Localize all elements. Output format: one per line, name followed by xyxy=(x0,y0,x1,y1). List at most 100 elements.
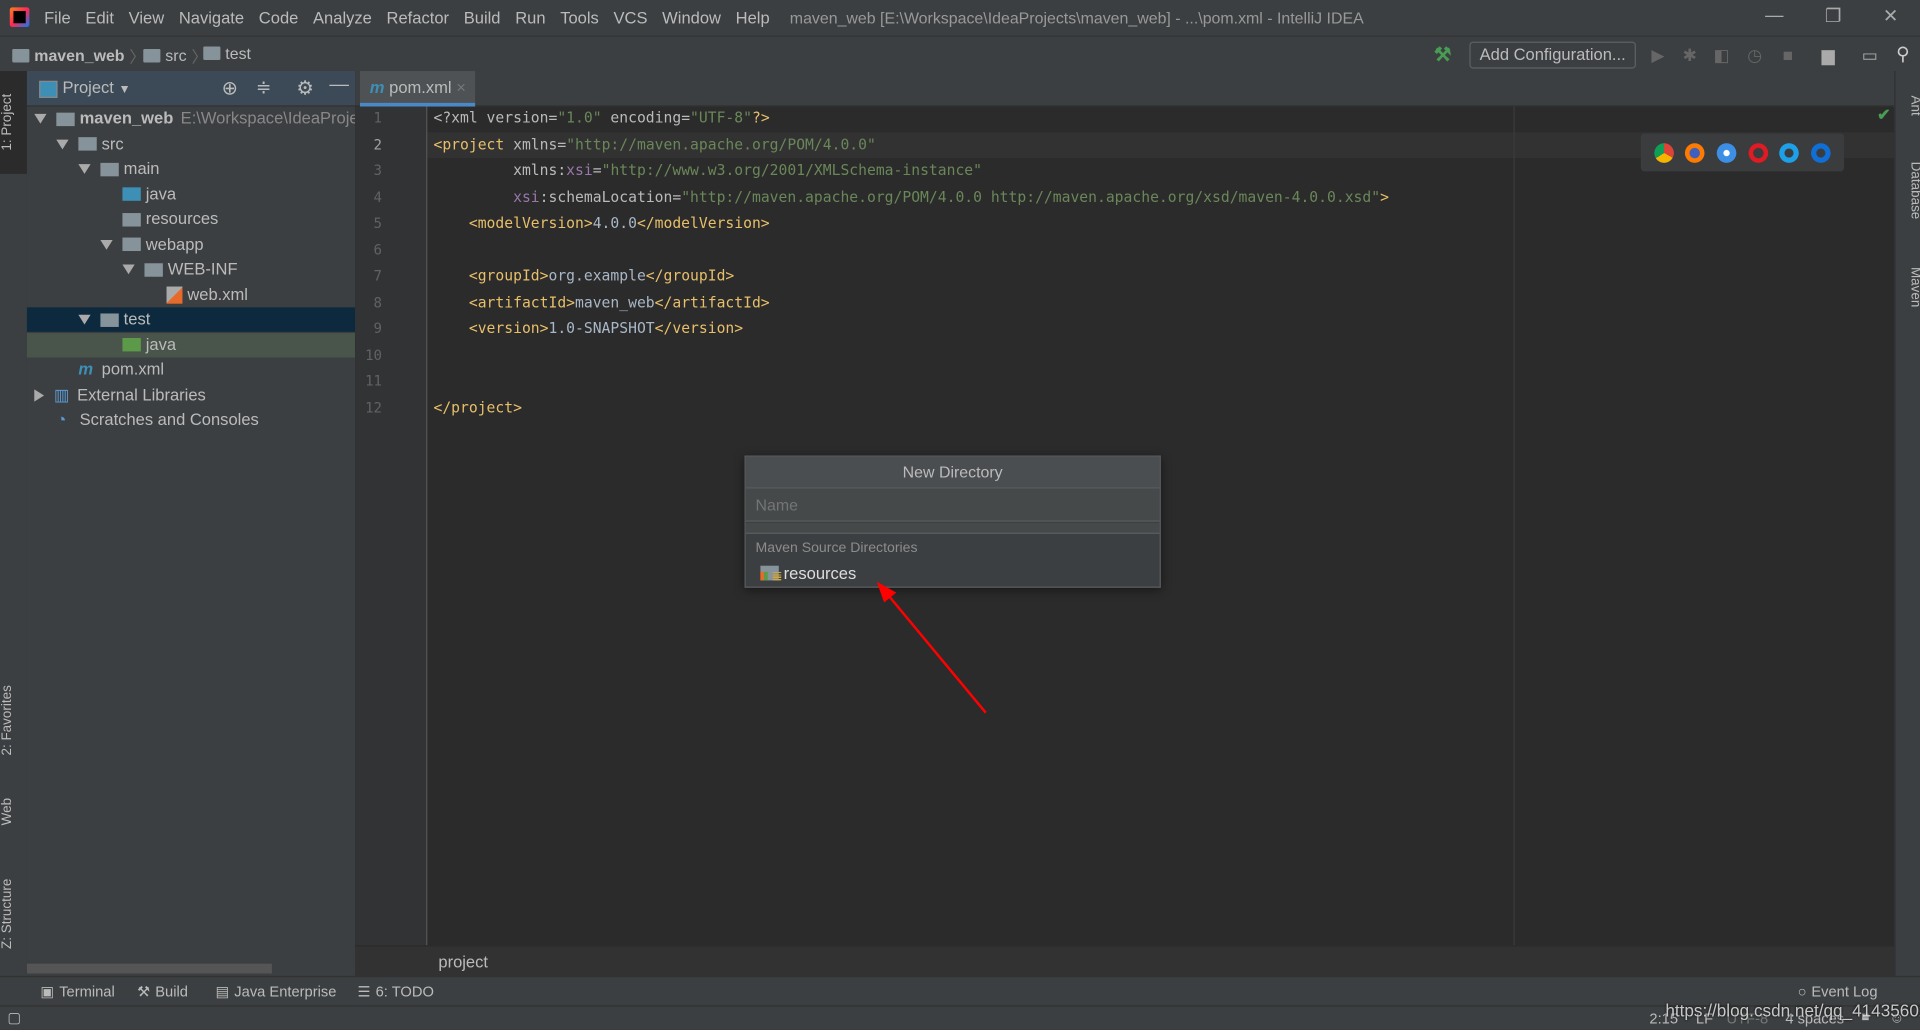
popup-title: New Directory xyxy=(745,456,1160,489)
menu-tools[interactable]: Tools xyxy=(560,9,599,27)
add-configuration-button[interactable]: Add Configuration... xyxy=(1469,41,1636,69)
todo-button[interactable]: ☰ 6: TODO xyxy=(358,983,434,1000)
tool-tab-favorites[interactable]: 2: Favorites xyxy=(0,671,27,769)
expanded-arrow-icon[interactable] xyxy=(78,164,91,175)
code-token: </project> xyxy=(433,398,522,416)
menu-run[interactable]: Run xyxy=(515,9,545,27)
safari-icon[interactable] xyxy=(1716,142,1737,163)
restore-button[interactable]: ❐ xyxy=(1818,5,1847,29)
coverage-icon[interactable]: ◧ xyxy=(1711,44,1733,66)
tree-item[interactable]: WEB-INF xyxy=(27,257,355,281)
tree-item[interactable]: m pom.xml xyxy=(27,358,355,382)
breadcrumb-test[interactable]: test xyxy=(203,44,251,62)
opera-icon[interactable] xyxy=(1748,142,1768,163)
tool-tab-web[interactable]: Web xyxy=(0,787,27,836)
tree-item-label: java xyxy=(145,334,177,354)
terminal-button[interactable]: ▣ Terminal xyxy=(40,983,114,1000)
code-token: "http://maven.apache.org/POM/4.0.0 http:… xyxy=(681,187,1381,206)
menu-build[interactable]: Build xyxy=(464,9,501,27)
minimize-button[interactable]: — xyxy=(1760,5,1789,29)
edge-icon[interactable] xyxy=(1811,142,1831,163)
terminal-window-icon[interactable]: ▭ xyxy=(1859,44,1881,66)
expanded-arrow-icon[interactable] xyxy=(34,114,47,125)
suggestion-resources[interactable]: resources xyxy=(760,562,856,584)
close-button[interactable]: ✕ xyxy=(1876,5,1905,29)
tree-item[interactable]: maven_web E:\Workspace\IdeaProjec xyxy=(27,107,367,131)
tab-pom-xml[interactable]: m pom.xml × xyxy=(360,71,476,107)
gear-icon[interactable]: ⚙ xyxy=(296,76,314,100)
tool-tab-structure[interactable]: Z: Structure xyxy=(0,864,27,962)
event-log-button[interactable]: ○ Event Log xyxy=(1798,983,1878,1000)
tree-item[interactable]: webapp xyxy=(27,232,355,256)
profile-icon[interactable]: ◷ xyxy=(1744,44,1766,66)
web-folder-icon xyxy=(122,238,141,252)
stop-icon[interactable]: ■ xyxy=(1777,44,1799,66)
project-view-icon xyxy=(39,80,58,98)
tool-tab-database[interactable]: Database xyxy=(1896,152,1920,230)
intellij-logo xyxy=(9,7,30,27)
tree-item[interactable]: src xyxy=(27,132,355,156)
collapse-all-icon[interactable]: ≑ xyxy=(256,76,271,98)
tree-item-label: resources xyxy=(145,209,219,228)
expanded-arrow-icon[interactable] xyxy=(122,265,135,275)
horizontal-scrollbar[interactable] xyxy=(26,963,272,974)
tool-tab-project[interactable]: 1: Project xyxy=(0,71,27,174)
tree-item[interactable]: test xyxy=(26,307,356,332)
tree-item[interactable]: resources xyxy=(27,207,355,231)
run-icon[interactable]: ▶ xyxy=(1647,44,1669,66)
toggle-tool-windows-icon[interactable]: ▢ xyxy=(7,1009,21,1026)
tree-item[interactable]: ▥ External Libraries xyxy=(27,383,355,407)
code-line: <groupId>org.example</groupId> xyxy=(433,263,734,289)
tree-item[interactable]: java xyxy=(27,182,355,206)
tree-item[interactable]: ◔ Scratches and Consoles xyxy=(27,408,355,432)
search-icon[interactable]: ⚲ xyxy=(1892,44,1914,66)
code-token: </version> xyxy=(654,319,744,337)
menu-navigate[interactable]: Navigate xyxy=(179,9,244,27)
build-button[interactable]: ⚒ Build xyxy=(137,983,188,1000)
test-source-folder-icon xyxy=(122,338,141,352)
expanded-arrow-icon[interactable] xyxy=(78,315,91,326)
expanded-arrow-icon[interactable] xyxy=(100,239,113,250)
module-folder-icon xyxy=(12,48,30,63)
build-hammer-icon[interactable]: ⚒ xyxy=(1434,43,1452,67)
tree-item-label: src xyxy=(101,134,124,153)
project-view-selector[interactable]: Project ▼ xyxy=(62,78,130,96)
tool-tab-ant[interactable]: Ant xyxy=(1896,81,1920,130)
locate-icon[interactable]: ⊕ xyxy=(222,76,238,100)
expanded-arrow-icon[interactable] xyxy=(56,139,69,150)
editor-breadcrumb-project[interactable]: project xyxy=(438,953,488,971)
tab-label: pom.xml xyxy=(389,78,452,97)
tree-item[interactable]: main xyxy=(27,157,355,181)
debug-icon[interactable]: ✱ xyxy=(1679,44,1701,66)
close-tab-icon[interactable]: × xyxy=(456,78,466,96)
menu-help[interactable]: Help xyxy=(736,9,770,27)
tree-item[interactable]: java xyxy=(26,332,356,357)
java-enterprise-button[interactable]: ▤ Java Enterprise xyxy=(216,983,337,1000)
chrome-icon[interactable] xyxy=(1654,142,1674,163)
directory-name-input[interactable] xyxy=(745,488,1160,522)
menu-code[interactable]: Code xyxy=(259,9,299,27)
menu-refactor[interactable]: Refactor xyxy=(387,9,449,27)
code-token: 4.0.0 xyxy=(592,214,637,232)
firefox-icon[interactable] xyxy=(1685,142,1706,163)
menu-window[interactable]: Window xyxy=(662,9,721,27)
collapsed-arrow-icon[interactable] xyxy=(34,389,45,402)
terminal-label: Terminal xyxy=(59,983,115,1001)
xml-file-icon xyxy=(166,286,183,304)
hide-panel-icon[interactable]: — xyxy=(329,75,349,97)
code-token: encoding= xyxy=(601,108,691,127)
project-structure-icon[interactable]: ▆ xyxy=(1817,44,1839,66)
breadcrumb-src[interactable]: src 〉 xyxy=(143,44,207,67)
ie-icon[interactable] xyxy=(1779,142,1800,163)
tree-item[interactable]: web.xml xyxy=(27,282,355,306)
menu-file[interactable]: File xyxy=(44,9,71,27)
tool-tab-maven[interactable]: Maven xyxy=(1896,255,1920,321)
menu-edit[interactable]: Edit xyxy=(85,9,113,27)
menu-analyze[interactable]: Analyze xyxy=(313,9,372,27)
breadcrumb-maven-web[interactable]: maven_web 〉 xyxy=(12,44,145,67)
code-line: </project> xyxy=(433,395,521,421)
menu-view[interactable]: View xyxy=(129,9,165,27)
menu-vcs[interactable]: VCS xyxy=(613,9,647,27)
code-token: <modelVersion> xyxy=(433,214,593,232)
